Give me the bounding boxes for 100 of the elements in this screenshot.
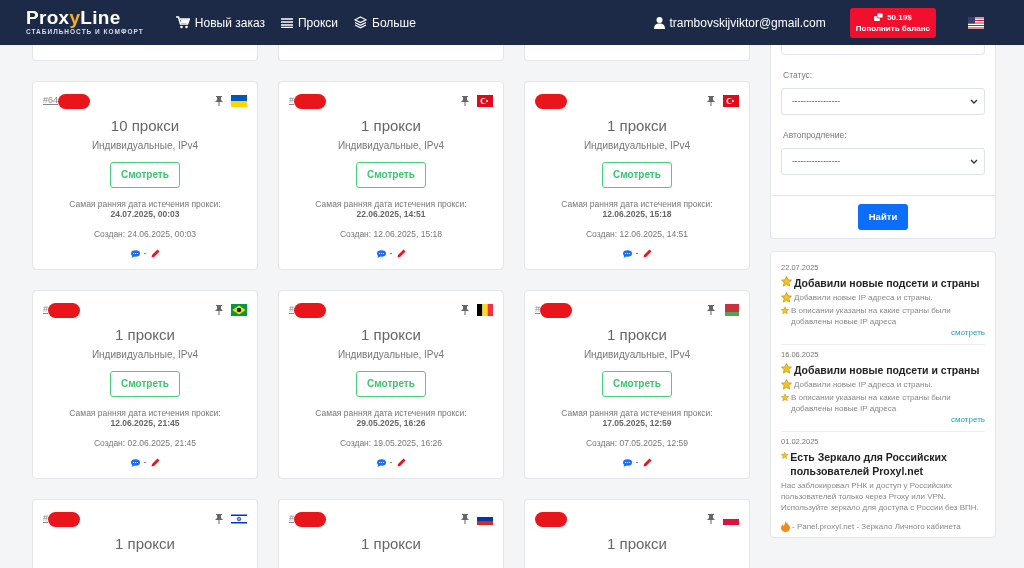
chat-icon[interactable] — [130, 458, 140, 467]
pin-icon[interactable] — [707, 96, 715, 106]
coins-icon — [874, 13, 884, 21]
search-button[interactable]: Найти — [857, 203, 909, 230]
chevron-icon — [970, 98, 978, 104]
chat-icon[interactable] — [622, 458, 632, 467]
view-button[interactable]: Смотреть — [602, 371, 672, 397]
pin-icon[interactable] — [461, 305, 469, 315]
proxy-type: Индивидуальные, IPv4 — [90, 139, 200, 153]
order-id-link[interactable]: # — [43, 512, 48, 526]
order-id-link[interactable]: # — [289, 512, 294, 526]
fire-icon — [781, 521, 790, 533]
view-button[interactable]: Смотреть — [110, 162, 180, 188]
redaction-mark — [48, 511, 80, 527]
flag-icon — [231, 513, 247, 525]
pin-icon[interactable] — [215, 305, 223, 315]
proxy-type: Индивидуальные, IPv4 — [336, 139, 446, 153]
nav-link[interactable]: Больше — [354, 13, 416, 32]
created-date: Создан: 07.05.2025, 12:59 — [584, 437, 690, 450]
expiry-date: 12.06.2025, 21:45 — [109, 418, 181, 429]
proxy-type: Индивидуальные, IPv4 — [336, 348, 446, 362]
pin-icon[interactable] — [215, 96, 223, 106]
view-link[interactable]: смотреть — [781, 414, 985, 426]
flag-icon — [231, 304, 247, 316]
note-text: - — [389, 455, 393, 469]
expiry-label: Самая ранняя дата истечения прокси: — [560, 408, 714, 418]
flag-icon — [968, 16, 984, 29]
pin-icon[interactable] — [461, 96, 469, 106]
cart-icon — [175, 16, 190, 29]
order-id-link[interactable]: # — [289, 94, 294, 108]
star-icon — [781, 275, 792, 287]
redaction-mark — [535, 93, 567, 109]
star-icon — [781, 379, 792, 390]
news-title: Добавили новые подсети и страны — [794, 275, 980, 290]
expiry-label: Самая ранняя дата истечения прокси: — [314, 199, 468, 209]
order-id-link[interactable]: # — [289, 303, 294, 317]
expiry-label: Самая ранняя дата истечения прокси: — [68, 408, 222, 418]
flag-icon — [723, 513, 739, 525]
flag-icon — [477, 304, 493, 316]
chat-icon[interactable] — [376, 458, 386, 467]
chat-icon[interactable] — [622, 249, 632, 258]
redaction-mark — [294, 93, 326, 109]
nav-link[interactable]: Новый заказ — [175, 13, 265, 32]
select-field[interactable]: ----------------- — [781, 87, 985, 115]
created-date: Создан: 12.06.2025, 14:51 — [584, 228, 690, 241]
chat-icon[interactable] — [130, 249, 140, 258]
flag-icon — [723, 304, 739, 316]
expiry-label: Самая ранняя дата истечения прокси: — [68, 199, 222, 209]
user-account-link[interactable]: trambovskijviktor@gmail.com — [653, 13, 826, 32]
field-label: Статус: — [783, 69, 814, 82]
redaction-mark — [535, 511, 567, 527]
created-date: Создан: 19.05.2025, 16:26 — [338, 437, 444, 450]
proxy-type: Индивидуальные, IPv4 — [582, 139, 692, 153]
layers-icon — [354, 16, 367, 29]
language-flag-icon[interactable] — [968, 16, 984, 29]
news-title: Добавили новые подсети и страны — [794, 363, 980, 377]
proxy-type: Индивидуальные, IPv4 — [582, 348, 692, 362]
view-button[interactable]: Смотреть — [356, 162, 426, 188]
proxy-count: 1 прокси — [114, 326, 176, 344]
view-button[interactable]: Смотреть — [110, 371, 180, 397]
select-field[interactable]: ----------------- — [781, 147, 985, 175]
brand-logo[interactable]: ProxyLine — [26, 8, 144, 27]
created-date: Создан: 12.06.2025, 15:18 — [338, 228, 444, 241]
chat-icon[interactable] — [376, 249, 386, 258]
redaction-mark — [48, 302, 80, 318]
flag-icon — [231, 95, 247, 107]
order-id-link[interactable]: # — [43, 303, 48, 317]
pencil-icon[interactable] — [150, 249, 160, 258]
pin-icon[interactable] — [461, 514, 469, 524]
expiry-label: Самая ранняя дата истечения прокси: — [314, 408, 468, 418]
mirror-link[interactable]: - Panel.proxyl.net - Зеркало Личного кабинета — [792, 521, 961, 533]
order-id-link[interactable]: # — [535, 303, 540, 317]
pencil-icon[interactable] — [396, 249, 406, 258]
pencil-icon[interactable] — [642, 458, 652, 467]
view-button[interactable]: Смотреть — [356, 371, 426, 397]
proxy-count: 1 прокси — [360, 326, 422, 344]
pencil-icon[interactable] — [150, 458, 160, 467]
expiry-date: 17.05.2025, 12:59 — [601, 418, 673, 429]
pencil-icon[interactable] — [396, 458, 406, 467]
view-link[interactable]: смотреть — [781, 326, 985, 339]
input-field[interactable] — [781, 45, 985, 55]
proxy-count: 1 прокси — [360, 535, 422, 553]
view-button[interactable]: Смотреть — [602, 162, 672, 188]
pin-icon[interactable] — [707, 305, 715, 315]
pin-icon[interactable] — [215, 514, 223, 524]
top-up-balance-button[interactable]: 50.19$ Пополнить баланс — [849, 7, 936, 38]
proxy-count: 1 прокси — [360, 117, 422, 135]
expiry-label: Самая ранняя дата истечения прокси: — [560, 199, 714, 209]
order-id-link[interactable]: #64 — [43, 94, 59, 108]
redaction-mark — [540, 302, 572, 318]
star-icon — [781, 392, 789, 403]
field-label: Автопродление: — [783, 128, 848, 142]
expiry-date: 29.05.2025, 16:26 — [355, 418, 427, 429]
pencil-icon[interactable] — [642, 249, 652, 258]
news-text: В описании указаны на какие страны были добавлены новые IP адреса — [791, 304, 952, 327]
news-text: Добавили новые IP адреса и страны. — [794, 291, 933, 303]
flag-icon — [723, 95, 739, 107]
expiry-date: 12.06.2025, 15:18 — [601, 209, 673, 220]
pin-icon[interactable] — [707, 514, 715, 524]
nav-link[interactable]: Прокси — [280, 13, 338, 32]
